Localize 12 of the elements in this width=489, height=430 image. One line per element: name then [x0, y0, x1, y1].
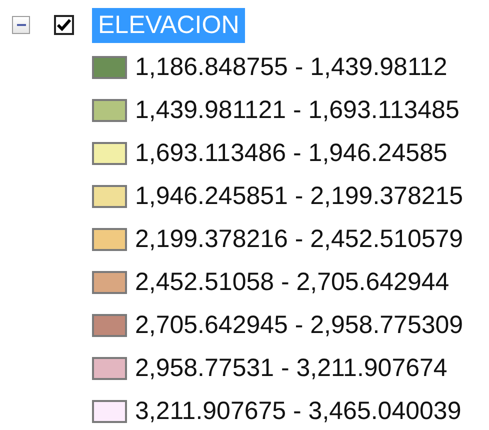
- layer-checkbox[interactable]: [54, 15, 74, 35]
- class-label: 2,958.77531 - 3,211.907674: [135, 354, 448, 383]
- layer-name[interactable]: ELEVACION: [92, 8, 246, 42]
- class-label: 2,452.51058 - 2,705.642944: [135, 268, 450, 297]
- class-label: 1,693.113486 - 1,946.24585: [135, 139, 448, 168]
- class-label: 1,946.245851 - 2,199.378215: [135, 182, 464, 211]
- class-label: 1,186.848755 - 1,439.98112: [135, 53, 448, 82]
- class-label: 2,199.378216 - 2,452.510579: [135, 225, 464, 254]
- class-label: 2,705.642945 - 2,958.775309: [135, 311, 464, 340]
- class-label: 1,439.981121 - 1,693.113485: [135, 96, 460, 125]
- class-label: 3,211.907675 - 3,465.040039: [135, 397, 462, 426]
- collapse-icon[interactable]: [12, 16, 30, 34]
